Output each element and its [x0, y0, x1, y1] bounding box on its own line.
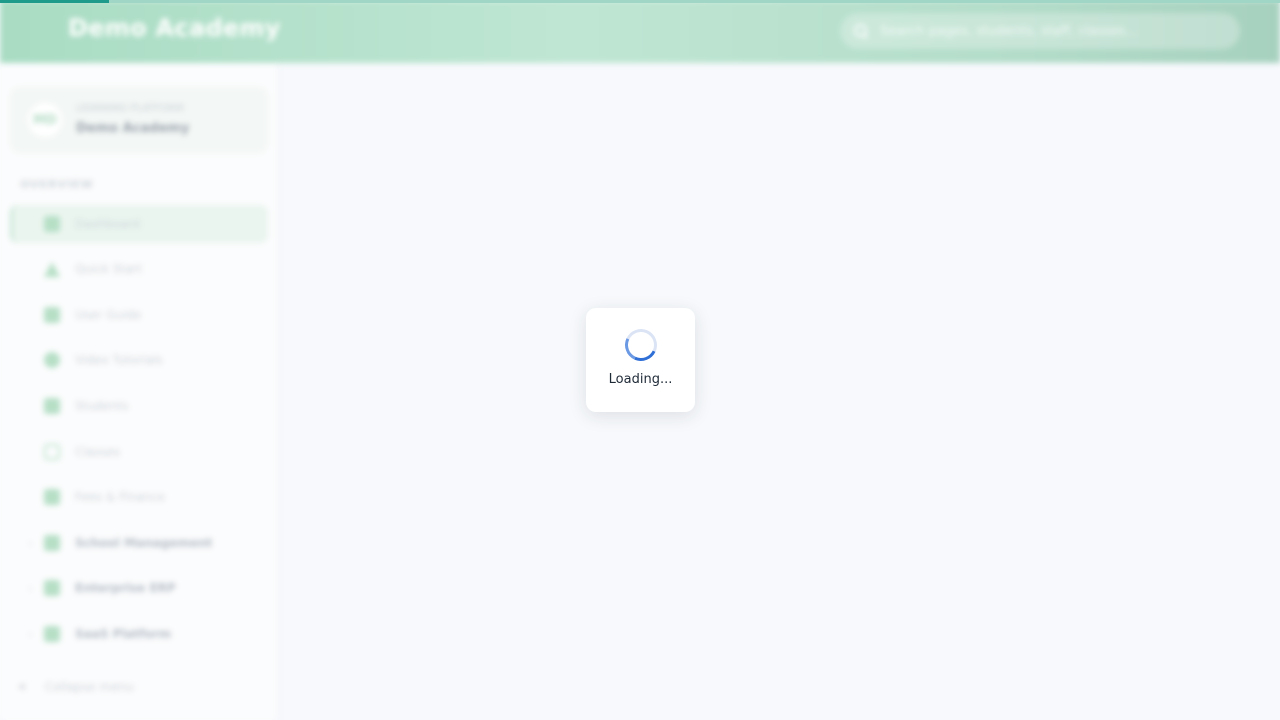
student-icon: [44, 398, 60, 414]
top-header: Demo Academy: [0, 0, 1280, 63]
sidebar-section-overview: OVERVIEW: [20, 178, 94, 191]
sidebar-item-school-management[interactable]: › School Management: [10, 524, 268, 562]
global-search[interactable]: [840, 13, 1240, 49]
rocket-icon: [44, 261, 60, 277]
school-name: Demo Academy: [76, 121, 190, 136]
sidebar-item-label: Fees & Finance: [75, 490, 166, 504]
search-input[interactable]: [880, 23, 1220, 39]
loading-dialog: Loading...: [586, 308, 695, 412]
page-progress-bar: [0, 0, 1280, 3]
app-root: Demo Academy MD LEARNING PLATFORM Demo A…: [0, 0, 1280, 720]
enterprise-icon: [44, 580, 60, 596]
sidebar-item-saas-platform[interactable]: › SaaS Platform: [10, 615, 268, 653]
search-icon: [854, 24, 868, 38]
sidebar-item-label: Quick Start: [75, 262, 143, 276]
play-icon: [44, 352, 60, 368]
sidebar-item-label: Video Tutorials: [75, 353, 163, 367]
sidebar-item-classes[interactable]: Classes: [10, 433, 268, 471]
loading-text: Loading...: [608, 372, 673, 387]
cloud-icon: [44, 626, 60, 642]
sidebar-item-label: Students: [75, 399, 129, 413]
building-icon: [44, 535, 60, 551]
sidebar-item-label: User Guide: [75, 308, 142, 322]
collapse-menu-label: Collapse menu: [44, 680, 134, 694]
app-title: Demo Academy: [68, 14, 281, 42]
school-tag: LEARNING PLATFORM: [76, 103, 184, 114]
sidebar-item-label: School Management: [75, 536, 213, 550]
sidebar-item-user-guide[interactable]: User Guide: [10, 296, 268, 334]
page-progress-fill: [0, 0, 109, 3]
classroom-icon: [44, 444, 60, 460]
sidebar-item-fees-finance[interactable]: Fees & Finance: [10, 478, 268, 516]
loading-spinner-icon: [619, 324, 662, 366]
sidebar-item-enterprise-erp[interactable]: › Enterprise ERP: [10, 569, 268, 607]
home-icon: [44, 216, 60, 232]
collapse-menu-button[interactable]: « Collapse menu: [18, 679, 134, 695]
chevron-right-icon[interactable]: ›: [28, 628, 32, 641]
sidebar-item-label: Dashboard: [75, 217, 141, 231]
book-icon: [44, 307, 60, 323]
sidebar-item-label: Enterprise ERP: [75, 581, 176, 595]
collapse-chevrons-icon: «: [18, 679, 27, 695]
sidebar-item-label: Classes: [75, 445, 121, 459]
sidebar-item-quick-start[interactable]: Quick Start: [10, 250, 268, 288]
school-card[interactable]: MD LEARNING PLATFORM Demo Academy: [10, 87, 268, 153]
sidebar-item-video-tutorials[interactable]: Video Tutorials: [10, 341, 268, 379]
sidebar-item-dashboard[interactable]: Dashboard: [10, 205, 268, 243]
school-logo: MD: [28, 103, 62, 137]
chevron-right-icon[interactable]: ›: [28, 537, 32, 550]
chevron-right-icon[interactable]: ›: [28, 582, 32, 595]
finance-icon: [44, 489, 60, 505]
sidebar-item-students[interactable]: Students: [10, 387, 268, 425]
sidebar-item-label: SaaS Platform: [75, 627, 172, 641]
sidebar: MD LEARNING PLATFORM Demo Academy OVERVI…: [0, 63, 278, 720]
